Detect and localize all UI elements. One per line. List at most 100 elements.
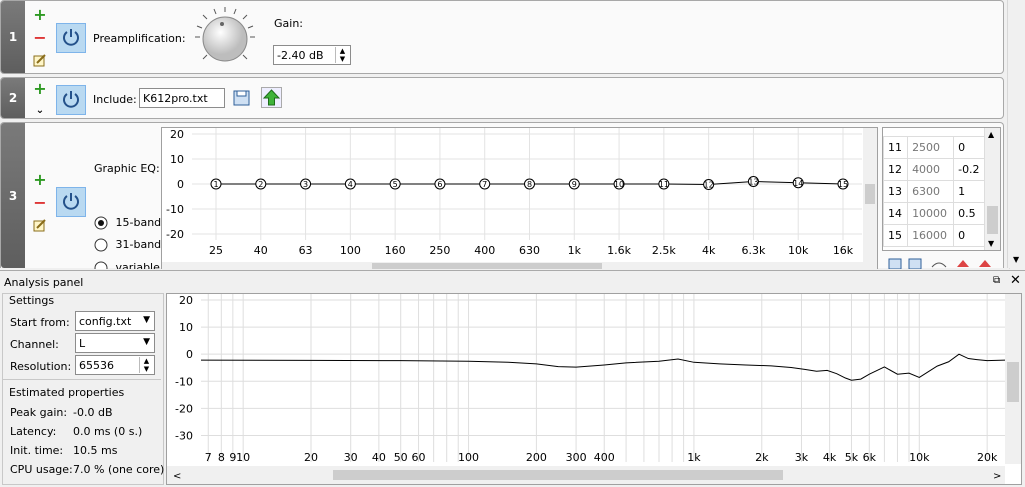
add-filter-icon[interactable]: + xyxy=(33,81,47,97)
add-filter-icon[interactable]: + xyxy=(33,7,47,23)
analysis-x-tick-label: 30 xyxy=(344,451,358,464)
eq-x-tick-label: 6.3k xyxy=(741,244,765,257)
band-gain-cell[interactable]: 1 xyxy=(953,180,986,203)
analysis-x-tick-label: 400 xyxy=(594,451,615,464)
eq-band-number: 12 xyxy=(704,181,714,190)
analysis-x-tick-label: 10 xyxy=(236,451,250,464)
analysis-x-tick-label: 1k xyxy=(687,451,701,464)
band-number-cell[interactable]: 14 xyxy=(883,202,909,225)
band-table-row[interactable]: 14 10000 0.5 xyxy=(883,202,986,225)
band-table-row[interactable]: 15 16000 0 xyxy=(883,224,986,247)
filter-number: 2 xyxy=(1,78,25,118)
include-file-field[interactable]: K612pro.txt xyxy=(139,88,225,108)
eq-x-tick-label: 160 xyxy=(385,244,406,257)
channel-select[interactable]: L ▼ xyxy=(75,333,155,353)
eq-band-number: 9 xyxy=(572,180,577,189)
filter-row-1: 1 + − Preamplification: Gain: -2.40 dB ▲… xyxy=(0,0,1004,74)
spin-arrows[interactable]: ▲ ▼ xyxy=(335,47,349,63)
band-frequency-cell[interactable]: 16000 xyxy=(907,224,955,247)
band-gain-cell[interactable]: 0 xyxy=(953,136,986,159)
radio-15-band[interactable]: 15-band xyxy=(94,216,161,230)
eq-x-tick-label: 63 xyxy=(299,244,313,257)
analysis-panel-title: Analysis panel xyxy=(4,276,84,289)
latency-value: 0.0 ms (0 s.) xyxy=(73,425,143,438)
eq-x-tick-label: 100 xyxy=(340,244,361,257)
band-frequency-cell[interactable]: 4000 xyxy=(907,158,955,181)
edit-icon[interactable] xyxy=(33,218,47,232)
gain-spinbox[interactable]: -2.40 dB ▲ ▼ xyxy=(273,45,351,65)
radio-31-band[interactable]: 31-band xyxy=(94,238,161,252)
power-toggle-button[interactable] xyxy=(56,23,86,53)
eq-band-number: 1 xyxy=(213,180,218,189)
analysis-graph[interactable]: 7 8 9 10 20 30 40 50 60 100 200 300 400 1k 2k 3k 4k 5k 6k 1… xyxy=(166,293,1022,485)
gain-knob[interactable] xyxy=(194,6,256,68)
radio-label: 31-band xyxy=(115,238,162,251)
eq-band-number: 15 xyxy=(838,180,848,189)
table-toolbar xyxy=(887,257,999,269)
eq-y-tick-label: -20 xyxy=(166,228,184,241)
analysis-x-tick-label: 60 xyxy=(412,451,426,464)
band-gain-cell[interactable]: -0.2 xyxy=(953,158,986,181)
eq-y-tick-label: 20 xyxy=(170,128,184,141)
remove-filter-icon[interactable]: − xyxy=(33,30,47,46)
band-table-row[interactable]: 11 2500 0 xyxy=(883,136,986,159)
analysis-x-tick-label: 300 xyxy=(566,451,587,464)
analysis-x-tick-label: 50 xyxy=(394,451,408,464)
add-filter-icon[interactable]: + xyxy=(33,172,47,188)
power-toggle-button[interactable] xyxy=(56,187,86,217)
eq-y-tick-label: -10 xyxy=(166,203,184,216)
analysis-graph-svg[interactable]: 7 8 9 10 20 30 40 50 60 100 200 300 400 1k 2k 3k 4k 5k 6k 1… xyxy=(167,294,1021,484)
eq-x-tick-label: 10k xyxy=(788,244,809,257)
eq-graph[interactable]: 20 10 0 -10 -20 25 40 63 100 160 250 400 630 1k 1.6k 2.… xyxy=(161,127,878,270)
gain-value: -2.40 dB xyxy=(277,49,324,62)
eq-band-number: 8 xyxy=(527,180,532,189)
analysis-panel: Analysis panel ⧉ ✕ Settings Start from: … xyxy=(0,270,1025,487)
band-frequency-cell[interactable]: 10000 xyxy=(907,202,955,225)
band-number-cell[interactable]: 11 xyxy=(883,136,909,159)
edit-icon[interactable] xyxy=(33,53,47,67)
open-file-icon[interactable] xyxy=(232,88,252,108)
filter-row-2: 2 + ⌄ Include: K612pro.txt xyxy=(0,77,1004,119)
eq-band-number: 6 xyxy=(437,180,442,189)
resolution-label: Resolution: xyxy=(10,360,72,373)
band-gain-cell[interactable]: 0 xyxy=(953,224,986,247)
eq-scrollbar-h-thumb xyxy=(372,263,602,269)
band-frequency-cell[interactable]: 6300 xyxy=(907,180,955,203)
init-time-label: Init. time: xyxy=(10,444,64,457)
channel-value: L xyxy=(79,337,86,350)
float-panel-icon[interactable]: ⧉ xyxy=(993,275,1000,286)
band-frequency-cell[interactable]: 2500 xyxy=(907,136,955,159)
table-scrollbar[interactable]: ▲ ▼ xyxy=(984,128,1000,250)
radio-variable[interactable]: variable xyxy=(94,261,160,269)
analysis-x-tick-label: 4k xyxy=(823,451,837,464)
main-scroll-region[interactable]: ▼ xyxy=(1007,0,1025,268)
band-number-cell[interactable]: 13 xyxy=(883,180,909,203)
resolution-spinbox[interactable]: 65536 ▲ ▼ xyxy=(75,355,155,375)
peak-gain-label: Peak gain: xyxy=(10,406,68,419)
peak-gain-value: -0.0 dB xyxy=(73,406,113,419)
band-number-cell[interactable]: 15 xyxy=(883,224,909,247)
eq-y-tick-label: 10 xyxy=(170,153,184,166)
band-table-grid[interactable]: 11 2500 0 12 4000 -0.2 13 6300 1 14 10000 0.5 15 1600… xyxy=(883,136,986,247)
band-number-cell[interactable]: 12 xyxy=(883,158,909,181)
spin-arrows[interactable]: ▲ ▼ xyxy=(139,357,153,373)
up-arrow-icon[interactable] xyxy=(261,87,282,108)
band-table[interactable]: 11 2500 0 12 4000 -0.2 13 6300 1 14 10000 0.5 15 1600… xyxy=(882,127,1001,251)
close-panel-icon[interactable]: ✕ xyxy=(1010,273,1021,288)
eq-band-number: 11 xyxy=(659,180,669,189)
scroll-right-icon: > xyxy=(993,471,1001,482)
eq-y-tick-label: 0 xyxy=(177,178,184,191)
analysis-y-tick-label: 20 xyxy=(179,294,193,307)
estimated-heading: Estimated properties xyxy=(9,386,125,399)
band-table-row[interactable]: 12 4000 -0.2 xyxy=(883,158,986,181)
resolution-value: 65536 xyxy=(79,359,114,372)
remove-filter-icon[interactable]: − xyxy=(33,195,47,211)
eq-band-number: 4 xyxy=(348,180,353,189)
eq-graph-svg[interactable]: 20100-10-2025 40 63 100 160 250 400 630 1k 1.6k 2.… xyxy=(162,128,877,270)
start-from-select[interactable]: config.txt ▼ xyxy=(75,311,155,331)
expand-chevron-icon[interactable]: ⌄ xyxy=(33,104,47,118)
power-toggle-button[interactable] xyxy=(56,85,86,115)
eq-band-number: 2 xyxy=(258,180,263,189)
band-table-row[interactable]: 13 6300 1 xyxy=(883,180,986,203)
band-gain-cell[interactable]: 0.5 xyxy=(953,202,986,225)
